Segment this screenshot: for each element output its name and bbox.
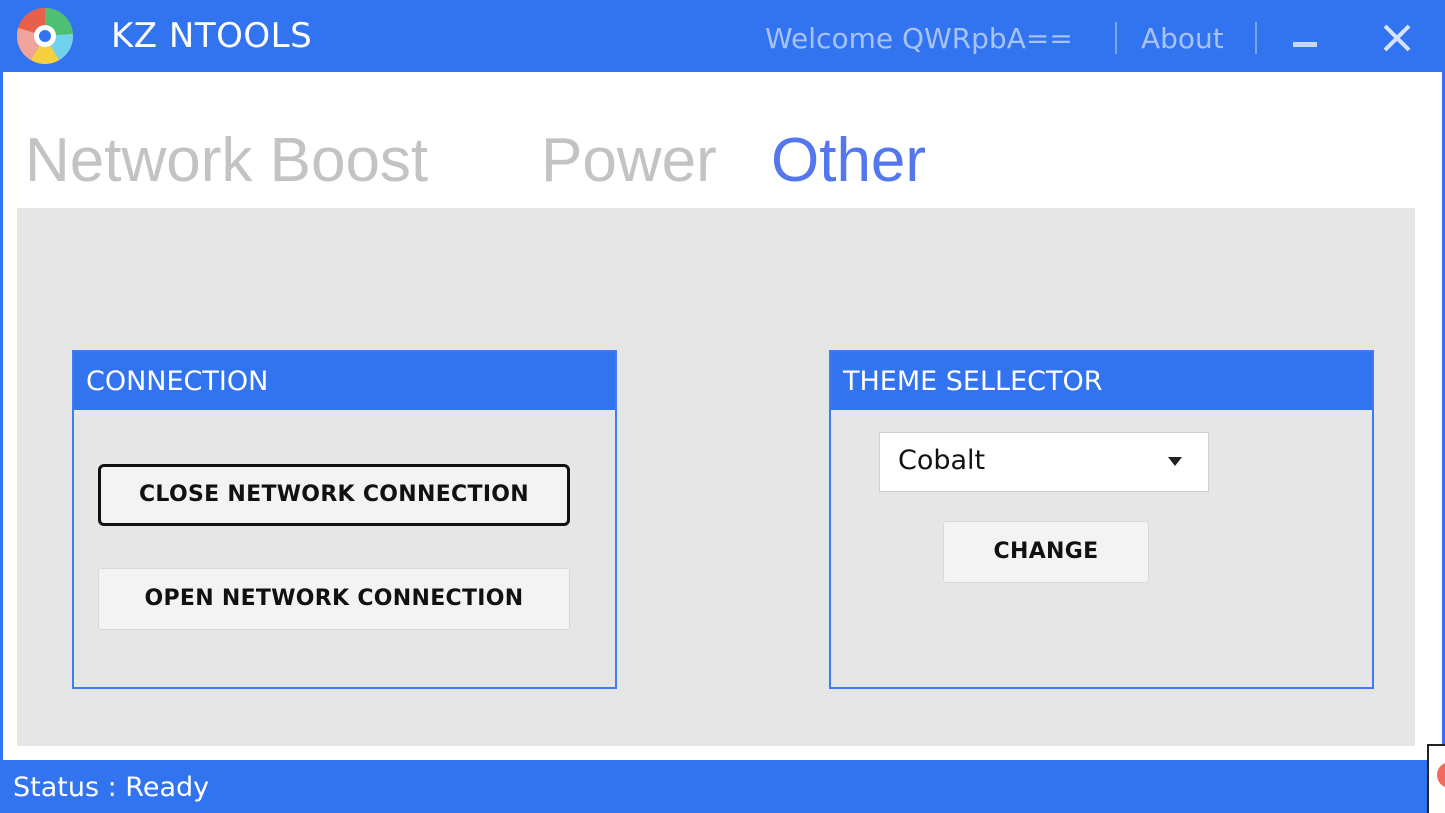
title-separator	[1255, 22, 1257, 54]
theme-dropdown[interactable]: Cobalt	[879, 432, 1209, 492]
welcome-text: Welcome QWRpbA==	[765, 22, 1073, 55]
title-separator	[1115, 22, 1117, 54]
kz-ntools-logo-icon	[16, 7, 74, 64]
minimize-button[interactable]	[1285, 22, 1325, 56]
connection-panel-header: CONNECTION	[74, 352, 615, 410]
taskbar-thumbnail[interactable]	[1427, 744, 1445, 813]
title-bar[interactable]: KZ NTOOLS Welcome QWRpbA== About	[3, 0, 1445, 72]
change-theme-button[interactable]: CHANGE	[943, 521, 1149, 583]
chevron-down-icon	[1168, 457, 1182, 466]
open-network-connection-button[interactable]: OPEN NETWORK CONNECTION	[98, 568, 570, 630]
status-bar: Status : Ready	[3, 760, 1427, 813]
connection-panel: CONNECTION CLOSE NETWORK CONNECTION OPEN…	[72, 350, 617, 689]
theme-selector-panel-header: THEME SELLECTOR	[831, 352, 1372, 410]
tab-other[interactable]: Other	[771, 124, 926, 198]
about-link[interactable]: About	[1141, 22, 1224, 56]
theme-dropdown-value: Cobalt	[898, 445, 986, 476]
status-text: Status : Ready	[13, 772, 210, 803]
app-thumbnail-icon	[1437, 762, 1445, 788]
app-title: KZ NTOOLS	[111, 16, 313, 56]
theme-selector-panel-title: THEME SELLECTOR	[843, 366, 1103, 397]
app-window: KZ NTOOLS Welcome QWRpbA== About Network…	[0, 0, 1445, 813]
minimize-icon	[1293, 42, 1317, 47]
tab-network-boost[interactable]: Network Boost	[25, 124, 428, 198]
theme-selector-panel: THEME SELLECTOR Cobalt CHANGE	[829, 350, 1374, 689]
tab-content-area: CONNECTION CLOSE NETWORK CONNECTION OPEN…	[17, 208, 1415, 746]
close-network-connection-button[interactable]: CLOSE NETWORK CONNECTION	[98, 464, 570, 526]
close-button[interactable]	[1377, 20, 1417, 56]
connection-panel-title: CONNECTION	[86, 366, 269, 397]
tab-power[interactable]: Power	[541, 124, 717, 198]
close-icon	[1383, 24, 1411, 52]
